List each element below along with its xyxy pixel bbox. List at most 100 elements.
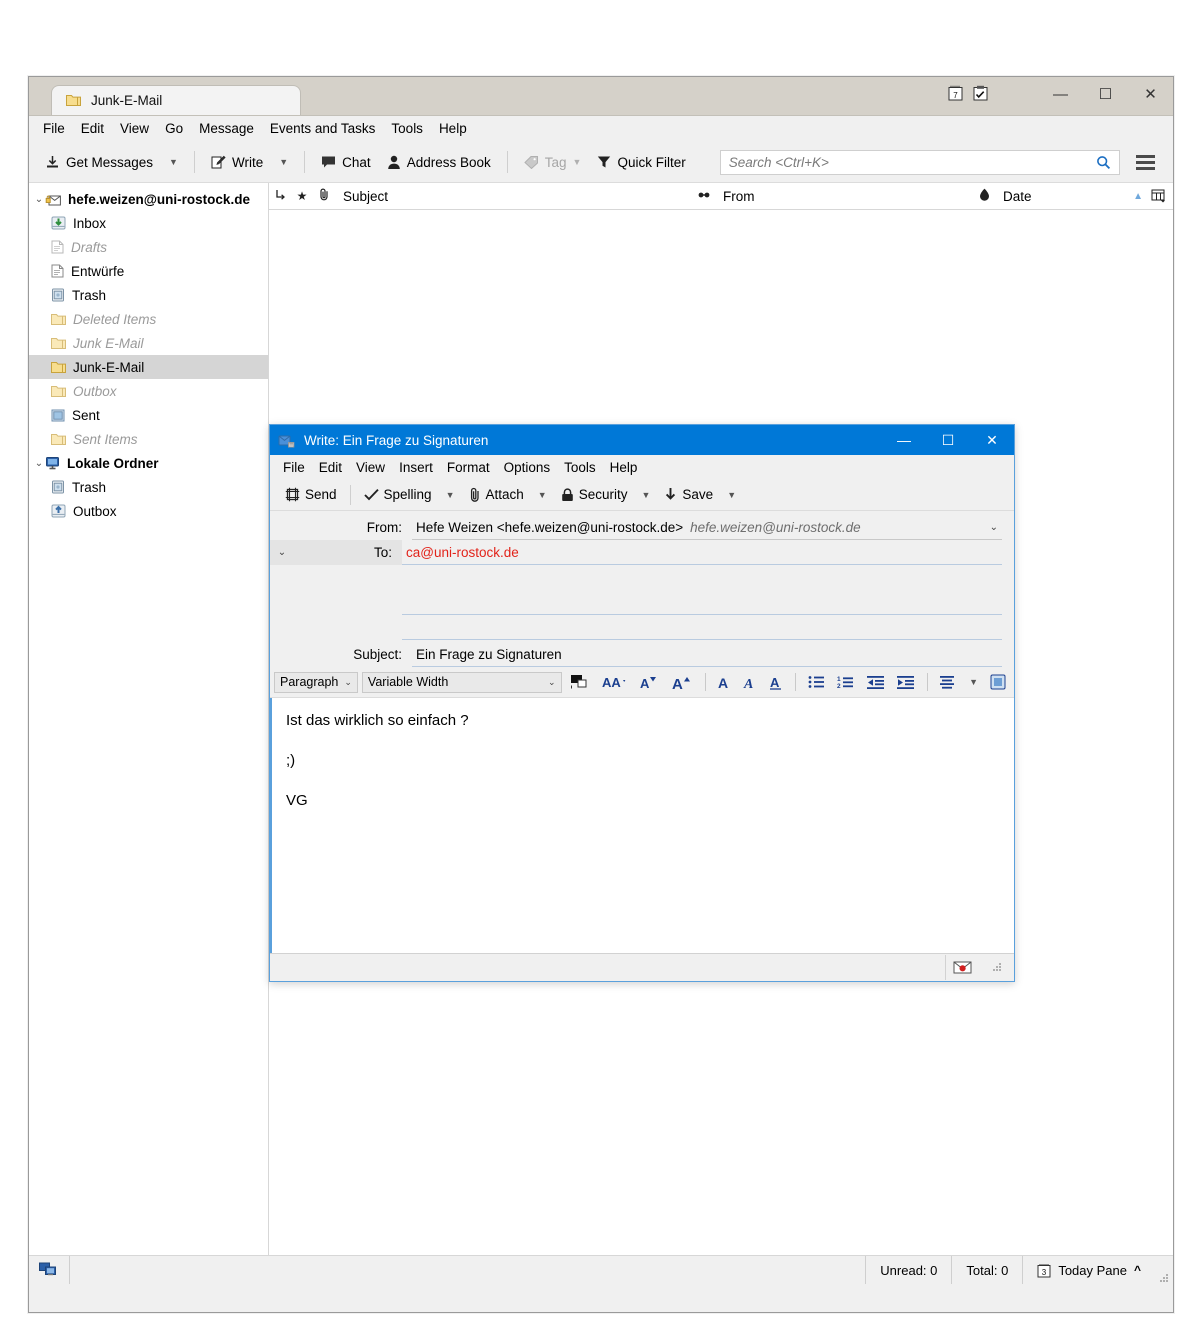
- menu-events-and-tasks[interactable]: Events and Tasks: [262, 118, 384, 139]
- save-dropdown[interactable]: ▼: [720, 486, 743, 504]
- compose-menu-help[interactable]: Help: [603, 458, 645, 477]
- recipient-type-dropdown[interactable]: ⌄: [270, 540, 294, 565]
- chevron-down-icon[interactable]: ⌄: [990, 522, 1002, 533]
- compose-menu-insert[interactable]: Insert: [392, 458, 440, 477]
- chevron-down-icon[interactable]: ⌄: [33, 458, 45, 469]
- thread-icon[interactable]: [269, 189, 291, 204]
- align-icon[interactable]: [936, 673, 961, 691]
- maximize-button[interactable]: ☐: [1083, 77, 1128, 111]
- increase-indent-icon[interactable]: [893, 673, 919, 692]
- search-input[interactable]: Search <Ctrl+K>: [719, 149, 1120, 175]
- font-family-select[interactable]: Variable Width ⌄: [361, 671, 562, 693]
- recipient-input-empty-3[interactable]: [402, 616, 1002, 640]
- compose-body[interactable]: Ist das wirklich so einfach ? ;) VG: [270, 698, 1014, 953]
- sidebar-item-local-trash[interactable]: Trash: [29, 475, 268, 499]
- resize-grip[interactable]: [1155, 1255, 1173, 1286]
- sidebar-item-trash[interactable]: Trash: [29, 283, 268, 307]
- italic-icon[interactable]: A: [739, 672, 761, 692]
- compose-close-button[interactable]: ✕: [970, 425, 1014, 455]
- get-messages-button[interactable]: Get Messages: [37, 150, 161, 175]
- numbered-list-icon[interactable]: 12: [833, 673, 859, 691]
- tasks-icon[interactable]: [973, 85, 988, 101]
- write-button[interactable]: Write: [203, 150, 271, 175]
- attach-dropdown[interactable]: ▼: [531, 486, 554, 504]
- sidebar-item-deleted-items[interactable]: Deleted Items: [29, 307, 268, 331]
- compose-resize-grip[interactable]: [980, 955, 1014, 980]
- sidebar-item-lokale-ordner[interactable]: ⌄ Lokale Ordner: [29, 451, 268, 475]
- column-date[interactable]: Date: [995, 189, 1123, 204]
- compose-menu-options[interactable]: Options: [497, 458, 558, 477]
- column-from[interactable]: From: [715, 189, 973, 204]
- compose-menu-edit[interactable]: Edit: [312, 458, 349, 477]
- quick-filter-button[interactable]: Quick Filter: [589, 150, 693, 175]
- chat-button[interactable]: Chat: [313, 150, 379, 175]
- menu-file[interactable]: File: [35, 118, 73, 139]
- from-field[interactable]: Hefe Weizen <hefe.weizen@uni-rostock.de>…: [412, 516, 1002, 540]
- decrease-indent-icon[interactable]: [863, 673, 889, 692]
- security-button[interactable]: Security: [554, 483, 635, 506]
- menu-message[interactable]: Message: [191, 118, 262, 139]
- bold-icon[interactable]: A: [713, 672, 735, 692]
- write-dropdown[interactable]: ▼: [271, 152, 296, 172]
- sidebar-item-sent-items[interactable]: Sent Items: [29, 427, 268, 451]
- recipient-input-empty-2[interactable]: [402, 591, 1002, 615]
- subject-field[interactable]: Ein Frage zu Signaturen: [412, 643, 1002, 667]
- compose-menu-view[interactable]: View: [349, 458, 392, 477]
- increase-font-size-icon[interactable]: A: [667, 672, 697, 693]
- text-color-swatch[interactable]: [566, 671, 593, 693]
- sidebar-item-drafts[interactable]: Drafts: [29, 235, 268, 259]
- minimize-button[interactable]: —: [1038, 77, 1083, 111]
- sidebar-item-sent[interactable]: Sent: [29, 403, 268, 427]
- network-status-icon[interactable]: [29, 1262, 69, 1278]
- junk-status-icon[interactable]: [973, 188, 995, 204]
- compose-menu-format[interactable]: Format: [440, 458, 497, 477]
- sidebar-item-account[interactable]: ⌄ hefe.weizen@uni-rostock.de: [29, 187, 268, 211]
- read-status-icon[interactable]: [693, 189, 715, 203]
- menu-tools[interactable]: Tools: [383, 118, 431, 139]
- attach-button[interactable]: Attach: [462, 483, 531, 506]
- tag-button[interactable]: Tag ▼: [516, 150, 590, 175]
- calendar-icon[interactable]: 7: [948, 85, 963, 101]
- decrease-font-size-icon[interactable]: A: [635, 672, 663, 692]
- column-subject[interactable]: Subject: [335, 189, 693, 204]
- to-field[interactable]: ca@uni-rostock.de: [402, 541, 1002, 565]
- menu-edit[interactable]: Edit: [73, 118, 112, 139]
- spelling-button[interactable]: Spelling: [357, 483, 439, 506]
- search-icon[interactable]: [1096, 155, 1111, 170]
- column-picker-icon[interactable]: [1151, 189, 1165, 203]
- recipient-input-empty-1[interactable]: [402, 566, 1002, 590]
- sidebar-item-junk-e-mail-selected[interactable]: Junk-E-Mail: [29, 355, 268, 379]
- close-button[interactable]: ✕: [1128, 77, 1173, 111]
- paragraph-style-select[interactable]: Paragraph ⌄: [274, 671, 358, 693]
- menu-go[interactable]: Go: [157, 118, 191, 139]
- address-book-button[interactable]: Address Book: [379, 150, 499, 175]
- compose-maximize-button[interactable]: ☐: [926, 425, 970, 455]
- send-button[interactable]: Send: [278, 483, 344, 506]
- insert-icon[interactable]: [986, 672, 1010, 692]
- today-pane-toggle[interactable]: 3 Today Pane ^: [1022, 1256, 1155, 1284]
- sidebar-item-junk-e-mail-dim[interactable]: Junk E-Mail: [29, 331, 268, 355]
- app-menu-icon[interactable]: [1128, 149, 1163, 176]
- compose-minimize-button[interactable]: —: [882, 425, 926, 455]
- align-dropdown[interactable]: ▼: [965, 675, 982, 689]
- tab-junk-e-mail[interactable]: Junk-E-Mail: [51, 85, 301, 115]
- star-icon[interactable]: ★: [291, 189, 313, 203]
- attachment-icon[interactable]: [313, 188, 335, 204]
- compose-menu-file[interactable]: File: [276, 458, 312, 477]
- sidebar-item-inbox[interactable]: Inbox: [29, 211, 268, 235]
- offline-mail-icon[interactable]: [945, 954, 980, 980]
- sidebar-item-entwuerfe[interactable]: Entwürfe: [29, 259, 268, 283]
- menu-help[interactable]: Help: [431, 118, 475, 139]
- highlight-color-icon[interactable]: AA: [597, 672, 631, 692]
- chevron-down-icon[interactable]: ⌄: [33, 194, 45, 205]
- save-button[interactable]: Save: [657, 483, 720, 506]
- get-messages-dropdown[interactable]: ▼: [161, 152, 186, 172]
- underline-icon[interactable]: A: [765, 672, 787, 693]
- bullet-list-icon[interactable]: [804, 673, 829, 691]
- sidebar-item-outbox-dim[interactable]: Outbox: [29, 379, 268, 403]
- sidebar-item-local-outbox[interactable]: Outbox: [29, 499, 268, 523]
- menu-view[interactable]: View: [112, 118, 157, 139]
- security-dropdown[interactable]: ▼: [634, 486, 657, 504]
- spelling-dropdown[interactable]: ▼: [439, 486, 462, 504]
- compose-menu-tools[interactable]: Tools: [557, 458, 603, 477]
